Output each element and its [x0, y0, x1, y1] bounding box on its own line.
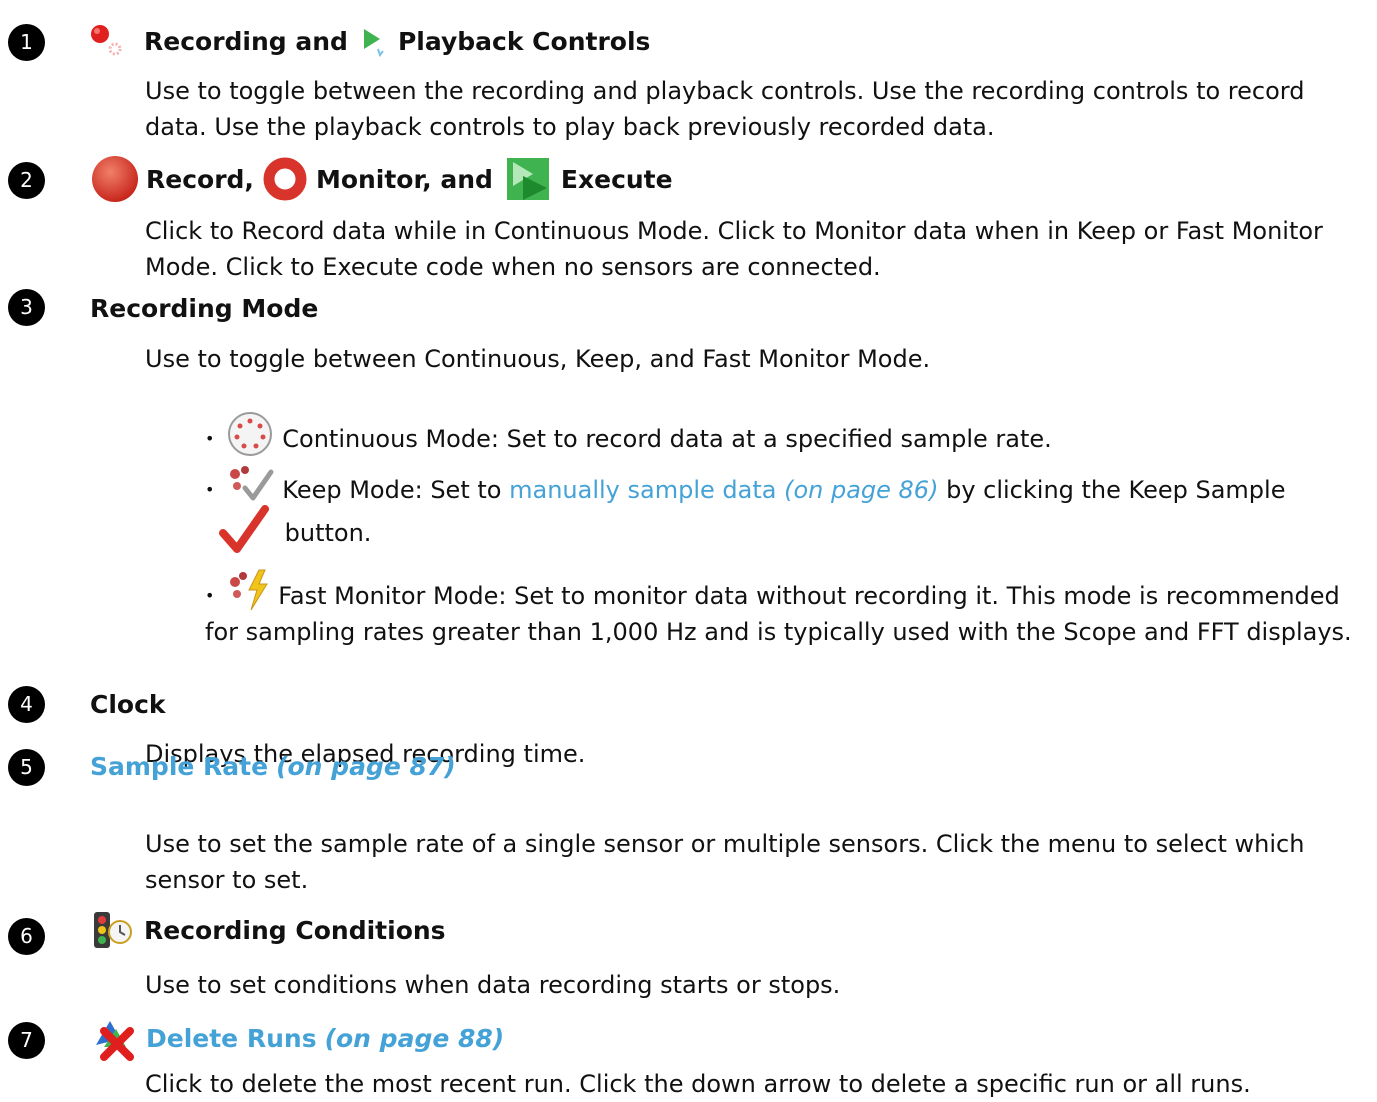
play-controls-icon	[363, 29, 384, 57]
item-title: Clock	[90, 689, 166, 719]
item-description: Use to toggle between the recording and …	[145, 77, 1305, 141]
record-controls-icon	[91, 25, 122, 56]
item-heading: Recording and Playback Controls	[88, 22, 650, 60]
bullet-text: Fast Monitor Mode: Set to monitor data w…	[205, 582, 1352, 646]
item-description: Use to set conditions when data recordin…	[145, 971, 841, 999]
bullet-marker: •	[205, 429, 215, 448]
continuous-mode-icon	[227, 412, 272, 456]
step-number-badge: 7	[8, 1022, 45, 1059]
bullet-text: Keep Mode: Set to	[282, 476, 502, 504]
record-button-icon	[92, 156, 138, 202]
delete-runs-icon	[96, 1021, 134, 1061]
bullet-marker: •	[205, 586, 215, 605]
bullet-marker: •	[205, 480, 215, 499]
bullet-item: • Continuous Mode: Set to record data at…	[205, 409, 1369, 463]
bullet-item: • Fast Monitor Mode: Set to monitor data…	[205, 568, 1369, 650]
item-heading: Clock	[90, 686, 166, 722]
bullet-text: by clicking the Keep Sample	[946, 476, 1286, 504]
item-title: Monitor, and	[315, 164, 493, 194]
bullet-continuation: button.	[217, 503, 1369, 560]
item-description: Click to delete the most recent run. Cli…	[145, 1070, 1251, 1098]
keep-sample-checkmark-icon	[219, 505, 269, 553]
step-number-badge: 6	[8, 918, 45, 955]
recording-conditions-icon	[94, 912, 132, 948]
step-number-badge: 3	[8, 289, 45, 326]
step-number-badge: 1	[8, 24, 45, 61]
bullet-text: button.	[284, 519, 372, 547]
item-title: Playback Controls	[397, 26, 651, 56]
bullet-text: Continuous Mode: Set to record data at a…	[282, 425, 1052, 453]
monitor-button-icon	[263, 157, 307, 201]
item-title: Recording Mode	[90, 293, 319, 323]
step-number-badge: 5	[8, 749, 45, 786]
execute-button-icon	[506, 158, 549, 200]
delete-runs-link[interactable]: Delete Runs	[146, 1024, 317, 1053]
item-heading: Recording Mode	[90, 290, 318, 326]
step-number-badge: 4	[8, 686, 45, 723]
step-number-badge: 2	[8, 162, 45, 199]
item-heading: Recording Conditions	[90, 900, 446, 960]
sample-rate-link[interactable]: Sample Rate	[90, 752, 268, 781]
item-title: Recording Conditions	[144, 915, 446, 945]
page-reference-link[interactable]: (on page 88)	[325, 1024, 505, 1053]
page-reference-link[interactable]: (on page 87)	[276, 752, 456, 781]
item-description: Use to set the sample rate of a single s…	[145, 830, 1305, 894]
page-reference-link[interactable]: (on page 86)	[784, 476, 938, 504]
keep-mode-icon	[229, 466, 274, 501]
fast-monitor-mode-icon	[229, 569, 268, 611]
item-heading: Sample Rate (on page 87)	[90, 748, 456, 784]
item-heading: Delete Runs (on page 88)	[90, 1010, 504, 1066]
item-title: Execute	[560, 164, 673, 194]
manually-sample-data-link[interactable]: manually sample data	[509, 476, 776, 504]
item-heading: Record, Monitor, and Execute	[90, 150, 673, 208]
item-title: Recording and	[144, 26, 348, 56]
item-title: Record,	[146, 164, 254, 194]
item-description: Click to Record data while in Continuous…	[145, 217, 1323, 281]
item-description: Use to toggle between Continuous, Keep, …	[145, 345, 931, 373]
